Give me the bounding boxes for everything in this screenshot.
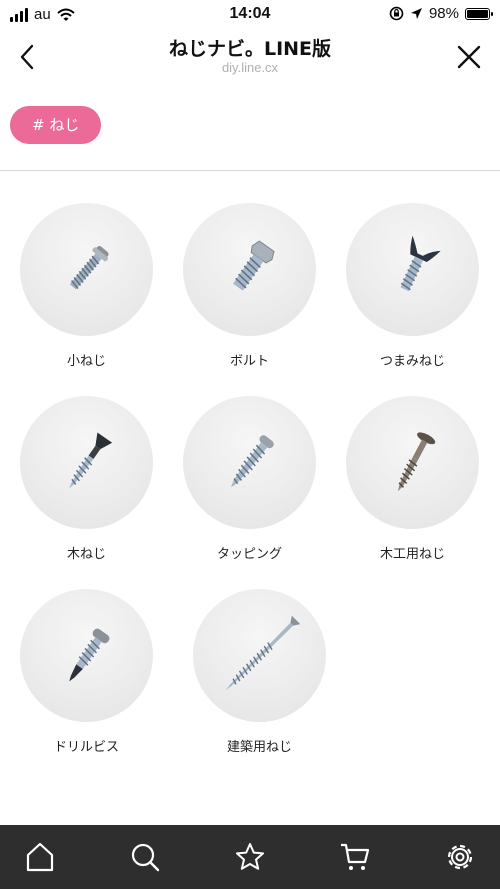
item-label: つまみねじ: [379, 354, 445, 369]
item-thumbnail: [193, 589, 326, 722]
small-screw-icon: [69, 245, 108, 289]
bottom-tab-bar: [0, 825, 500, 889]
item-thumbnail: [20, 589, 153, 722]
status-bar: au 14:04 98%: [0, 0, 500, 30]
item-thumbnail: [20, 203, 153, 336]
item-label: 小ねじ: [66, 354, 106, 369]
tapping-screw-icon: [230, 434, 274, 487]
tag-row: # ねじ: [10, 106, 102, 144]
tag-chip[interactable]: # ねじ: [10, 106, 102, 144]
nav-header: ねじナビ。LINE版 diy.line.cx: [0, 30, 500, 84]
divider: [0, 170, 500, 171]
close-icon: [457, 45, 481, 69]
grid-item-drill-screw[interactable]: ドリルビス: [5, 589, 168, 755]
orientation-lock-icon: [389, 6, 404, 21]
page-title: ねじナビ。LINE版: [168, 38, 332, 60]
construction-screw-icon: [224, 615, 300, 691]
grid-item-wood-screw[interactable]: 木ねじ: [5, 396, 168, 562]
item-thumbnail: [346, 203, 479, 336]
grid-item-small-screw[interactable]: 小ねじ: [5, 203, 168, 369]
settings-icon: [447, 844, 473, 870]
status-right: 98%: [389, 5, 493, 22]
star-icon: [236, 843, 264, 870]
tab-favorites[interactable]: [232, 839, 268, 875]
home-icon: [26, 842, 54, 872]
location-icon: [410, 8, 422, 19]
grid-item-construction-screw[interactable]: 建築用ねじ: [178, 589, 341, 755]
battery-icon: [465, 7, 493, 20]
item-thumbnail: [183, 396, 316, 529]
wing-screw-icon: [399, 235, 441, 291]
grid-item-wing-screw[interactable]: つまみねじ: [331, 203, 494, 369]
item-thumbnail: [183, 203, 316, 336]
item-label: 建築用ねじ: [226, 740, 292, 755]
item-label: 木ねじ: [66, 547, 106, 562]
cart-icon: [341, 843, 370, 870]
grid-item-tapping[interactable]: タッピング: [168, 396, 331, 562]
item-label: ドリルビス: [53, 740, 119, 755]
page-url: diy.line.cx: [221, 60, 279, 75]
tab-settings[interactable]: [442, 839, 478, 875]
woodworking-screw-icon: [397, 431, 435, 491]
item-thumbnail: [20, 396, 153, 529]
bolt-icon: [232, 239, 275, 291]
tab-cart[interactable]: [337, 839, 373, 875]
item-label: タッピング: [216, 547, 282, 562]
drill-screw-icon: [68, 628, 109, 681]
item-label: 木工用ねじ: [379, 547, 445, 562]
tab-home[interactable]: [22, 839, 58, 875]
search-icon: [131, 843, 160, 872]
item-label: ボルト: [229, 354, 269, 369]
tab-search[interactable]: [127, 839, 163, 875]
grid-item-woodworking-screw[interactable]: 木工用ねじ: [331, 396, 494, 562]
battery-percent: 98%: [428, 5, 459, 22]
grid-item-bolt[interactable]: ボルト: [168, 203, 331, 369]
item-thumbnail: [346, 396, 479, 529]
close-button[interactable]: [452, 40, 486, 74]
wood-screw-icon: [68, 431, 112, 488]
